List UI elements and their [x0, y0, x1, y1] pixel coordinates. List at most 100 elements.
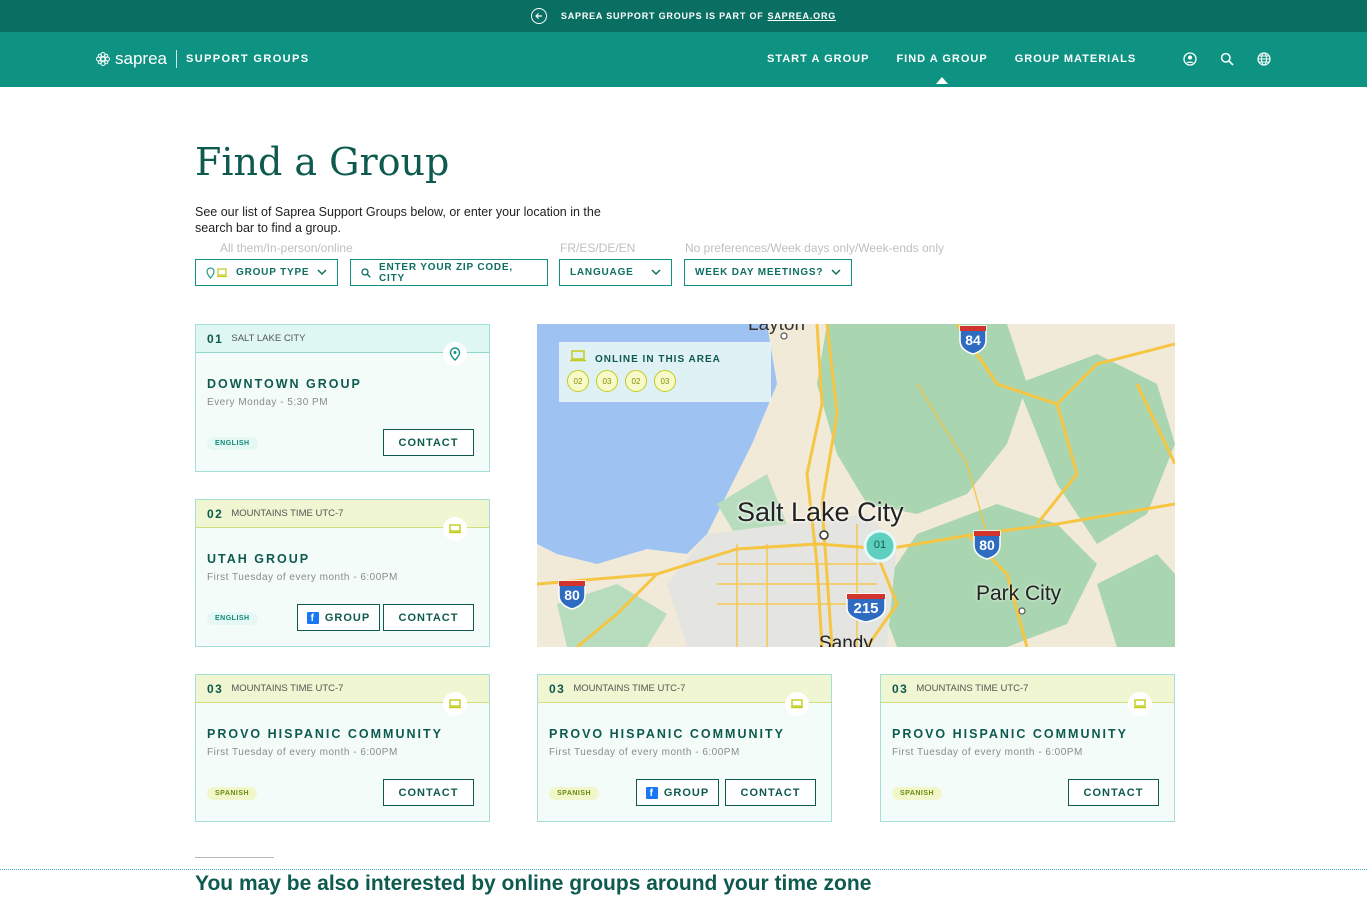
highway-label-80-east: 80 — [979, 537, 995, 553]
language-label: LANGUAGE — [570, 267, 634, 278]
card-header: 02 MOUNTAINS TIME UTC-7 — [196, 500, 489, 541]
nav-find-a-group[interactable]: FIND A GROUP — [896, 53, 987, 84]
week-day-dropdown[interactable]: WEEK DAY MEETINGS? — [684, 259, 852, 286]
card-header: 03 MOUNTAINS TIME UTC-7 — [538, 675, 831, 716]
card-number: 03 — [549, 681, 566, 696]
language-dropdown[interactable]: LANGUAGE — [559, 259, 672, 286]
group-card-utah: 02 MOUNTAINS TIME UTC-7 UTAH GROUP First… — [195, 499, 490, 647]
location-pin-icon — [443, 342, 467, 366]
online-pin[interactable]: 02 — [625, 370, 647, 392]
laptop-icon — [785, 692, 809, 716]
laptop-icon — [443, 517, 467, 541]
globe-icon[interactable] — [1257, 52, 1271, 66]
laptop-icon — [1128, 692, 1152, 716]
section-divider — [195, 857, 274, 858]
group-type-dropdown[interactable]: GROUP TYPE — [195, 259, 338, 286]
online-pin[interactable]: 02 — [567, 370, 589, 392]
page-intro: See our list of Saprea Support Groups be… — [195, 205, 601, 235]
facebook-group-button[interactable]: f GROUP — [297, 604, 380, 631]
saprea-flower-icon — [96, 52, 110, 66]
online-pins: 02 03 02 03 — [567, 370, 683, 392]
card-header: 01 SALT LAKE CITY — [196, 325, 489, 366]
online-in-area-title: ONLINE IN THIS AREA — [595, 354, 721, 365]
search-icon — [361, 267, 371, 278]
zip-placeholder: ENTER YOUR ZIP CODE, CITY — [379, 261, 513, 284]
online-pin[interactable]: 03 — [654, 370, 676, 392]
language-badge: ENGLISH — [207, 612, 258, 625]
chevron-down-icon — [317, 269, 327, 276]
language-badge: SPANISH — [892, 787, 943, 800]
nav-start-a-group[interactable]: START A GROUP — [767, 53, 869, 65]
highway-label-215: 215 — [853, 600, 879, 617]
contact-button[interactable]: CONTACT — [725, 779, 816, 806]
card-schedule: First Tuesday of every month - 6:00PM — [207, 747, 398, 758]
card-number: 02 — [207, 506, 224, 521]
map-marker-01[interactable]: 01 — [865, 539, 895, 551]
card-group-name: PROVO HISPANIC COMMUNITY — [892, 727, 1128, 741]
card-schedule: Every Monday - 5:30 PM — [207, 397, 329, 408]
contact-button[interactable]: CONTACT — [1068, 779, 1159, 806]
card-number: 01 — [207, 331, 224, 346]
card-number: 03 — [207, 681, 224, 696]
card-location: MOUNTAINS TIME UTC-7 — [916, 683, 1029, 694]
group-card-downtown: 01 SALT LAKE CITY DOWNTOWN GROUP Every M… — [195, 324, 490, 472]
zip-search-input[interactable]: ENTER YOUR ZIP CODE, CITY — [350, 259, 548, 286]
online-groups-heading: You may be also interested by online gro… — [195, 872, 872, 895]
announcement-text: SAPREA SUPPORT GROUPS IS PART OF — [560, 11, 764, 21]
logo[interactable]: saprea SUPPORT GROUPS — [95, 49, 310, 69]
place-label-park-city: Park City — [976, 582, 1062, 605]
site-header: saprea SUPPORT GROUPS START A GROUP FIND… — [0, 32, 1367, 87]
card-number: 03 — [892, 681, 909, 696]
place-label-salt-lake-city: Salt Lake City — [737, 497, 904, 527]
laptop-icon — [443, 692, 467, 716]
card-schedule: First Tuesday of every month - 6:00PM — [549, 747, 740, 758]
language-hint: FR/ES/DE/EN — [560, 241, 636, 255]
highway-label-80-west: 80 — [564, 587, 580, 603]
card-group-name: PROVO HISPANIC COMMUNITY — [207, 727, 443, 741]
group-card-provo-2: 03 MOUNTAINS TIME UTC-7 PROVO HISPANIC C… — [537, 674, 832, 822]
week-day-hint: No preferences/Week days only/Week-ends … — [685, 241, 945, 255]
dotted-separator — [0, 869, 1367, 870]
language-badge: SPANISH — [549, 787, 600, 800]
card-header: 03 MOUNTAINS TIME UTC-7 — [196, 675, 489, 716]
contact-button[interactable]: CONTACT — [383, 429, 474, 456]
card-location: MOUNTAINS TIME UTC-7 — [231, 683, 344, 694]
nav-group-materials[interactable]: GROUP MATERIALS — [1015, 53, 1137, 65]
brand-name: saprea — [115, 49, 167, 68]
back-arrow-icon[interactable] — [530, 8, 547, 24]
group-type-hint: All them/In-person/online — [220, 241, 353, 255]
brand-sub: SUPPORT GROUPS — [185, 53, 310, 65]
language-badge: ENGLISH — [207, 437, 258, 450]
card-header: 03 MOUNTAINS TIME UTC-7 — [881, 675, 1174, 716]
contact-button[interactable]: CONTACT — [383, 604, 474, 631]
group-card-provo-3: 03 MOUNTAINS TIME UTC-7 PROVO HISPANIC C… — [880, 674, 1175, 822]
chevron-down-icon — [651, 269, 661, 276]
card-group-name: PROVO HISPANIC COMMUNITY — [549, 727, 785, 741]
saprea-org-link[interactable]: SAPREA.ORG — [768, 11, 837, 21]
group-card-provo-1: 03 MOUNTAINS TIME UTC-7 PROVO HISPANIC C… — [195, 674, 490, 822]
main-nav: START A GROUP FIND A GROUP GROUP MATERIA… — [767, 53, 1163, 84]
search-icon[interactable] — [1220, 52, 1234, 66]
logo-separator — [175, 50, 177, 68]
language-badge: SPANISH — [207, 787, 258, 800]
facebook-icon: f — [645, 786, 658, 799]
week-day-label: WEEK DAY MEETINGS? — [695, 267, 824, 278]
group-type-label: GROUP TYPE — [236, 267, 310, 278]
page-title: Find a Group — [195, 140, 450, 184]
card-location: MOUNTAINS TIME UTC-7 — [231, 508, 344, 519]
groups-map[interactable]: Layton Salt Lake City Park City Sandy 84… — [537, 324, 1175, 647]
place-label-layton: Layton — [748, 324, 806, 335]
online-in-area-panel: ONLINE IN THIS AREA 02 03 02 03 — [559, 342, 771, 402]
chevron-down-icon — [831, 269, 841, 276]
user-icon[interactable] — [1183, 52, 1197, 66]
card-group-name: UTAH GROUP — [207, 552, 311, 566]
group-button-label: GROUP — [324, 611, 371, 624]
contact-button[interactable]: CONTACT — [383, 779, 474, 806]
online-pin[interactable]: 03 — [596, 370, 618, 392]
card-schedule: First Tuesday of every month - 6:00PM — [892, 747, 1083, 758]
card-group-name: DOWNTOWN GROUP — [207, 377, 362, 391]
facebook-group-button[interactable]: f GROUP — [636, 779, 719, 806]
card-location: SALT LAKE CITY — [231, 333, 306, 344]
card-schedule: First Tuesday of every month - 6:00PM — [207, 572, 398, 583]
place-label-sandy: Sandy — [819, 633, 873, 647]
